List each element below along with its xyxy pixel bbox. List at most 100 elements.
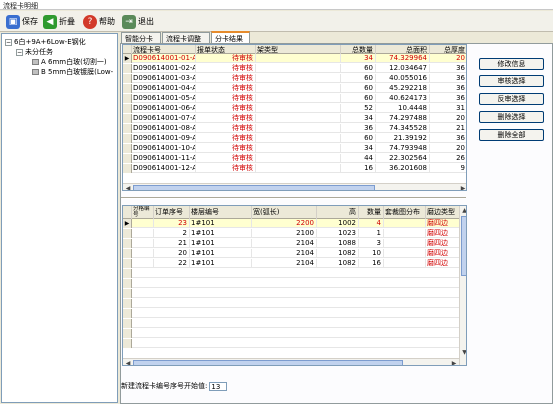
col-header[interactable]: 总厚度 <box>430 45 466 54</box>
table-cell[interactable]: 60 <box>341 84 376 93</box>
table-cell[interactable]: D090614001-10-A <box>132 144 196 153</box>
tree-root-node[interactable]: −6白+9A+6Low-E钢化 <box>5 37 86 47</box>
table-cell[interactable]: 34 <box>341 144 376 153</box>
horizontal-scrollbar[interactable]: ◀ ▶ <box>123 183 466 190</box>
table-cell[interactable]: 2104 <box>252 239 317 248</box>
row-indicator[interactable] <box>123 154 132 163</box>
table-row[interactable]: 21 1#101 2104 1088 3 磨四边 <box>123 239 466 248</box>
table-cell[interactable]: 22.302564 <box>376 154 430 163</box>
scroll-right-icon[interactable]: ▶ <box>459 185 466 190</box>
col-header[interactable]: 架类型 <box>256 45 341 54</box>
table-cell[interactable] <box>256 114 341 123</box>
col-header[interactable]: 套裁图分布 <box>384 206 426 219</box>
flow-card-grid[interactable]: 流程卡号 报单状态 架类型 总数量 总面积 总厚度 ▶ D090614001-01… <box>122 44 467 191</box>
table-cell[interactable] <box>384 259 426 268</box>
table-cell[interactable]: 待审核 <box>196 104 256 113</box>
table-cell[interactable]: 1082 <box>317 259 359 268</box>
modify-info-button[interactable]: 修改信息 <box>479 58 544 70</box>
delete-selection-button[interactable]: 删除选择 <box>479 111 544 123</box>
table-cell[interactable]: 36 <box>430 74 466 83</box>
table-row[interactable]: ▶ 23 1#101 2200 1002 4 磨四边 <box>123 219 466 228</box>
table-cell[interactable]: 1023 <box>317 229 359 238</box>
table-row[interactable]: ▶ D090614001-01-A 待审核 34 74.329964 20 <box>123 54 466 63</box>
unapprove-selection-button[interactable]: 反审选择 <box>479 93 544 105</box>
collapse-button[interactable]: ◀ 折叠 <box>43 13 75 30</box>
table-cell[interactable]: 40.624173 <box>376 94 430 103</box>
table-cell[interactable]: 21 <box>430 124 466 133</box>
col-header[interactable]: 楼层编号 <box>190 206 252 219</box>
table-cell[interactable] <box>256 74 341 83</box>
scroll-thumb[interactable] <box>461 216 466 276</box>
table-cell[interactable]: 16 <box>341 164 376 173</box>
table-cell[interactable] <box>384 239 426 248</box>
table-cell[interactable]: 12.034647 <box>376 64 430 73</box>
collapse-icon[interactable]: − <box>5 38 12 46</box>
table-row[interactable]: D090614001-03-A 待审核 60 40.055016 36 <box>123 74 466 83</box>
table-cell[interactable]: D090614001-07-A <box>132 114 196 123</box>
col-header[interactable]: 报单状态 <box>196 45 256 54</box>
table-cell[interactable]: 1#101 <box>190 249 252 258</box>
table-cell[interactable]: 23 <box>154 219 190 228</box>
row-indicator[interactable] <box>123 239 132 248</box>
table-cell[interactable]: 74.329964 <box>376 54 430 63</box>
table-cell[interactable]: 36.201608 <box>376 164 430 173</box>
table-cell[interactable]: D090614001-02-A <box>132 64 196 73</box>
table-row[interactable]: 2 1#101 2100 1023 1 磨四边 <box>123 229 466 238</box>
table-cell[interactable] <box>384 219 426 228</box>
table-cell[interactable] <box>256 164 341 173</box>
table-row[interactable]: 22 1#101 2104 1082 16 磨四边 <box>123 259 466 268</box>
save-button[interactable]: ▣ 保存 <box>6 13 38 30</box>
row-indicator[interactable] <box>123 164 132 173</box>
table-cell[interactable]: 22 <box>154 259 190 268</box>
table-cell[interactable]: 10.4448 <box>376 104 430 113</box>
table-cell[interactable]: 待审核 <box>196 74 256 83</box>
table-cell[interactable]: 36 <box>430 94 466 103</box>
table-cell[interactable]: D090614001-03-A <box>132 74 196 83</box>
table-cell[interactable]: 待审核 <box>196 144 256 153</box>
table-cell[interactable]: 60 <box>341 134 376 143</box>
start-value-input[interactable]: 13 <box>209 381 228 391</box>
table-row[interactable]: D090614001-11-A 待审核 44 22.302564 26 <box>123 154 466 163</box>
table-cell[interactable] <box>256 94 341 103</box>
row-indicator[interactable] <box>123 64 132 73</box>
tree-leaf-b[interactable]: B 5mm白玻镀膜(Low- <box>32 67 113 77</box>
tab-card-adjust[interactable]: 流程卡调整 <box>162 32 210 43</box>
delete-all-button[interactable]: 删除全部 <box>479 129 544 141</box>
table-cell[interactable]: 60 <box>341 94 376 103</box>
table-row[interactable]: D090614001-02-A 待审核 60 12.034647 36 <box>123 64 466 73</box>
table-row[interactable]: D090614001-04-A 待审核 60 45.292218 36 <box>123 84 466 93</box>
row-indicator[interactable] <box>123 74 132 83</box>
row-indicator[interactable]: ▶ <box>123 219 132 228</box>
table-cell[interactable]: D090614001-06-A <box>132 104 196 113</box>
exit-button[interactable]: ⇥ 退出 <box>122 13 154 30</box>
table-cell[interactable] <box>256 144 341 153</box>
table-cell[interactable]: 2100 <box>252 229 317 238</box>
table-cell[interactable]: 74.345528 <box>376 124 430 133</box>
table-row[interactable]: D090614001-06-A 待审核 52 10.4448 31 <box>123 104 466 113</box>
tree-leaf-a[interactable]: A 6mm白玻(切割一) <box>32 57 107 67</box>
row-indicator[interactable] <box>123 114 132 123</box>
table-cell[interactable] <box>256 54 341 63</box>
row-indicator[interactable] <box>123 94 132 103</box>
table-cell[interactable] <box>132 249 154 258</box>
table-cell[interactable]: 1 <box>359 229 384 238</box>
table-cell[interactable]: 26 <box>430 154 466 163</box>
row-indicator[interactable] <box>123 249 132 258</box>
table-cell[interactable]: 1#101 <box>190 239 252 248</box>
table-cell[interactable] <box>256 134 341 143</box>
table-cell[interactable]: 待审核 <box>196 64 256 73</box>
table-cell[interactable] <box>132 239 154 248</box>
table-row[interactable]: D090614001-09-A 待审核 60 21.39192 36 <box>123 134 466 143</box>
col-header[interactable]: 订单序号 <box>154 206 190 219</box>
table-cell[interactable]: 待审核 <box>196 124 256 133</box>
detail-grid[interactable]: 分格编号 订单序号 楼层编号 宽(弧长) 高 数量 套裁图分布 磨边类型 ▶ 23… <box>122 205 467 366</box>
table-cell[interactable]: 待审核 <box>196 114 256 123</box>
table-cell[interactable]: 36 <box>430 84 466 93</box>
table-cell[interactable]: D090614001-05-A <box>132 94 196 103</box>
table-cell[interactable] <box>256 104 341 113</box>
table-cell[interactable]: 36 <box>430 134 466 143</box>
row-indicator[interactable] <box>123 144 132 153</box>
scroll-left-icon[interactable]: ◀ <box>124 360 132 365</box>
table-cell[interactable] <box>384 229 426 238</box>
table-cell[interactable]: 52 <box>341 104 376 113</box>
